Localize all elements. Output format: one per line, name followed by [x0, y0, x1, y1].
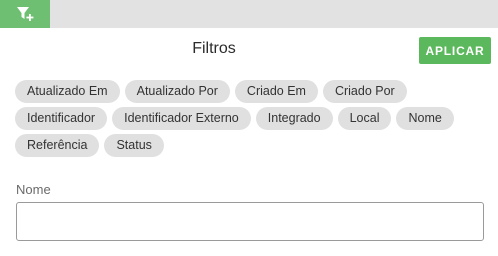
chip-referencia[interactable]: Referência	[15, 134, 100, 157]
nome-field-label: Nome	[16, 182, 51, 197]
chip-identificador[interactable]: Identificador	[15, 107, 108, 130]
chip-criado-por[interactable]: Criado Por	[322, 80, 407, 103]
chip-atualizado-em[interactable]: Atualizado Em	[15, 80, 120, 103]
top-bar	[0, 0, 498, 28]
chip-identificador-externo[interactable]: Identificador Externo	[112, 107, 251, 130]
chip-criado-em[interactable]: Criado Em	[234, 80, 318, 103]
chip-status[interactable]: Status	[104, 134, 164, 157]
panel-title: Filtros	[192, 40, 236, 57]
chip-integrado[interactable]: Integrado	[255, 107, 333, 130]
filter-chip-list: Atualizado Em Atualizado Por Criado Em C…	[15, 80, 485, 157]
apply-button[interactable]: APLICAR	[419, 37, 491, 64]
chip-local[interactable]: Local	[337, 107, 392, 130]
chip-nome[interactable]: Nome	[396, 107, 454, 130]
nome-input[interactable]	[16, 202, 484, 241]
chip-atualizado-por[interactable]: Atualizado Por	[124, 80, 230, 103]
filter-toggle-button[interactable]	[0, 0, 50, 28]
filter-add-icon	[16, 6, 34, 22]
filter-panel: Filtros APLICAR Atualizado Em Atualizado…	[0, 28, 498, 256]
